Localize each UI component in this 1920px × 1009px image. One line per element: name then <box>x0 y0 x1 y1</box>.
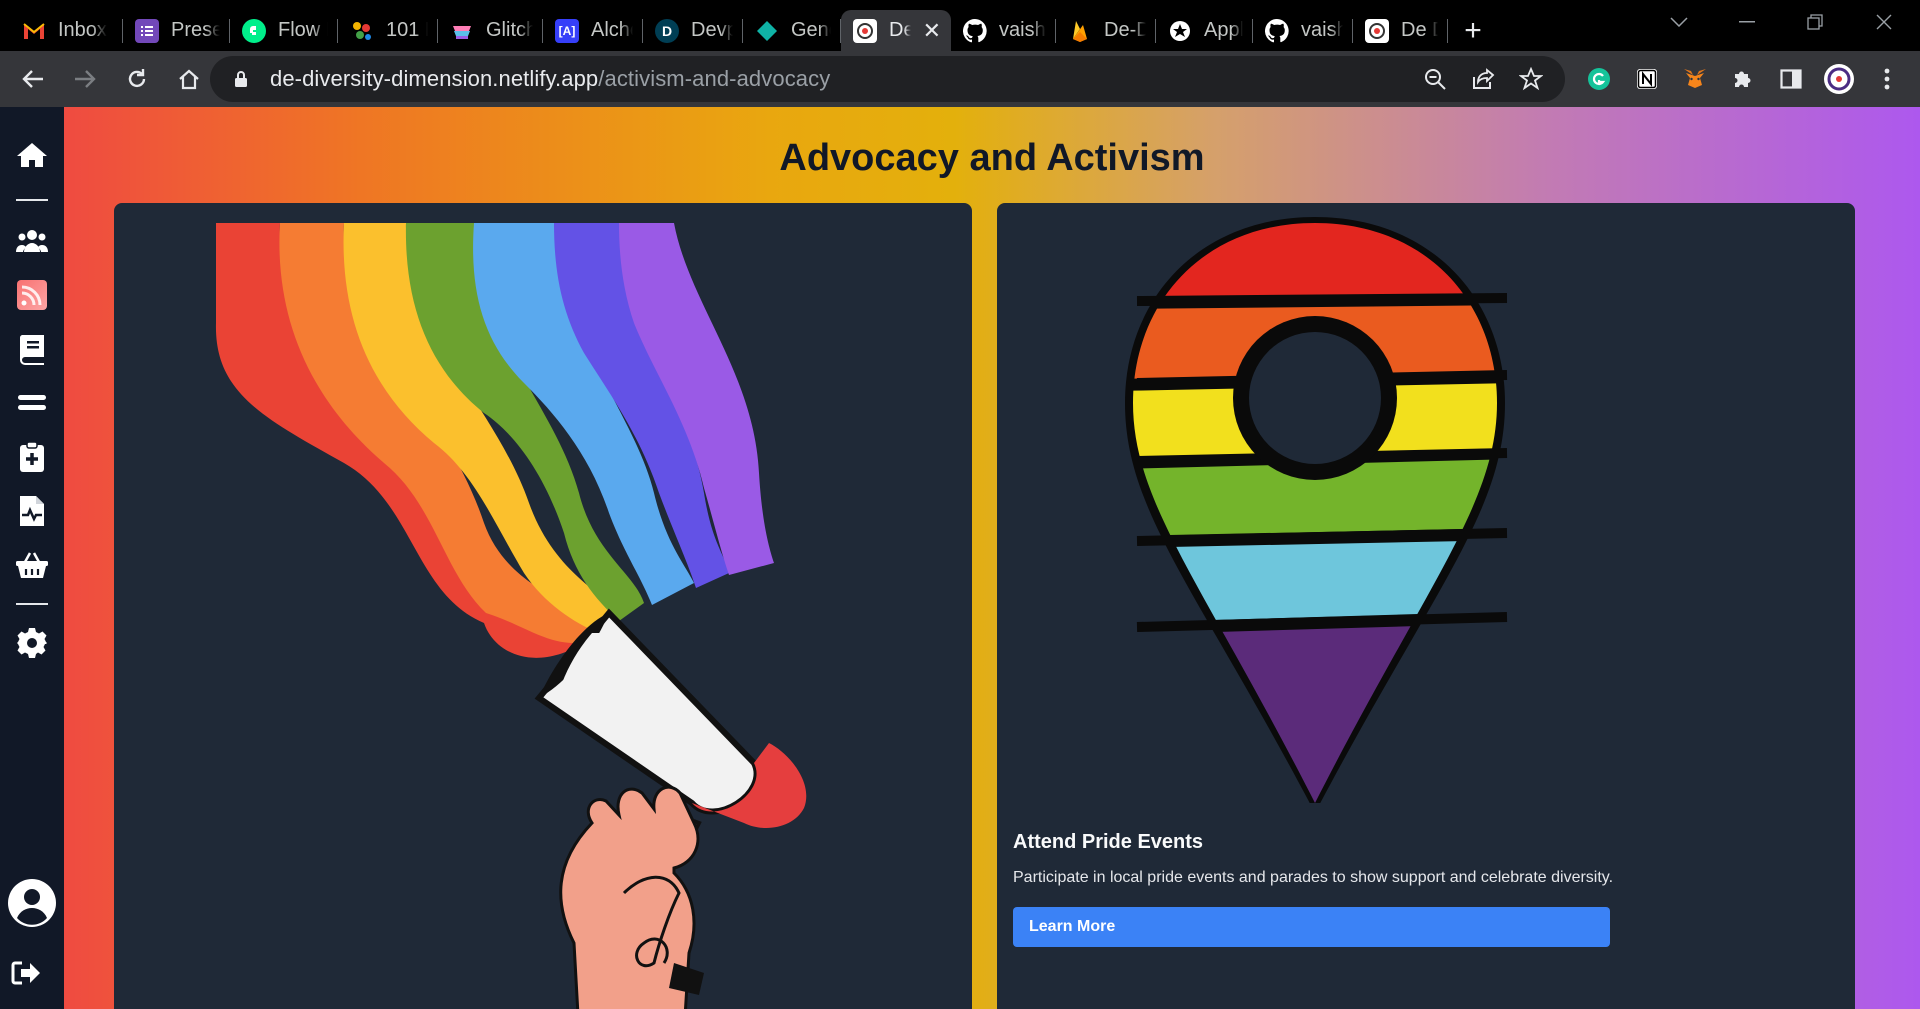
tab-label: vaishnavi <box>1301 19 1343 41</box>
tab-label: Applications <box>1204 19 1243 41</box>
tab-general[interactable]: General <box>743 10 841 51</box>
diamond-icon <box>755 19 779 43</box>
blog-feed-icon[interactable] <box>12 275 52 315</box>
browser-toolbar: de-diversity-dimension.netlify.app/activ… <box>0 51 1920 107</box>
share-icon[interactable] <box>1459 56 1507 102</box>
lock-icon[interactable] <box>230 68 252 90</box>
tab-github-vaishnavi-2[interactable]: vaishnavi <box>1253 10 1353 51</box>
side-panel-icon[interactable] <box>1767 51 1815 107</box>
pride-location-pin-illustration <box>1125 217 1508 813</box>
tab-alchemy[interactable]: [A] Alchemy <box>543 10 643 51</box>
forward-button[interactable] <box>62 56 108 102</box>
card-description: Participate in local pride events and pa… <box>1013 869 1614 886</box>
community-users-icon[interactable] <box>12 221 52 261</box>
close-tab-icon[interactable]: ✕ <box>917 18 941 44</box>
tab-github-vaishnavi[interactable]: vaishnavi <box>951 10 1056 51</box>
clipboard-medical-icon[interactable] <box>12 437 52 477</box>
shopping-basket-icon[interactable] <box>12 545 52 585</box>
sidebar-divider <box>16 603 48 605</box>
tab-de-diversity-active[interactable]: De-Diversity ✕ <box>841 10 951 51</box>
url-host: de-diversity-dimension.netlify.app <box>270 66 599 91</box>
metamask-icon[interactable] <box>1671 51 1719 107</box>
health-document-icon[interactable] <box>12 491 52 531</box>
dediversity-icon <box>1365 18 1389 43</box>
tab-label: Presentation <box>171 19 220 41</box>
tab-label: Glitch <box>486 19 533 41</box>
menu-bars-icon[interactable] <box>12 383 52 423</box>
learn-more-button[interactable]: Learn More <box>1013 907 1610 947</box>
alchemy-icon: [A] <box>555 18 579 43</box>
tab-de-diversity-2[interactable]: De Diversity <box>1353 10 1448 51</box>
tab-glitch[interactable]: Glitch <box>438 10 543 51</box>
extensions-bar <box>1575 51 1911 107</box>
blockchain-icon <box>350 19 374 43</box>
dediversity-icon <box>853 18 877 43</box>
browser-menu-icon[interactable] <box>1863 51 1911 107</box>
browser-tab-strip: Inbox Presentation Flow Pay 101 Blockcha… <box>0 0 1920 51</box>
minimize-icon[interactable] <box>1713 0 1781 44</box>
sidebar-divider <box>16 199 48 201</box>
new-tab-button[interactable]: + <box>1448 10 1498 51</box>
tab-firebase[interactable]: De-Diversity <box>1056 10 1156 51</box>
bookmark-star-icon[interactable] <box>1507 56 1555 102</box>
tab-applications[interactable]: Applications <box>1156 10 1253 51</box>
notion-icon[interactable] <box>1623 51 1671 107</box>
tab-presentation[interactable]: Presentation <box>123 10 230 51</box>
zoom-icon[interactable] <box>1411 56 1459 102</box>
advocacy-card-pride-events: Attend Pride Events Participate in local… <box>997 203 1855 1009</box>
tab-inbox[interactable]: Inbox <box>0 10 123 51</box>
page-title: Advocacy and Activism <box>779 137 1205 179</box>
firebase-icon <box>1068 19 1092 43</box>
main-content: Advocacy and Activism Attend Pride Event… <box>64 107 1920 1009</box>
tab-flow[interactable]: Flow Pay <box>230 10 338 51</box>
github-icon <box>1265 18 1289 43</box>
megaphone-rainbow-illustration <box>215 223 807 1009</box>
address-bar[interactable]: de-diversity-dimension.netlify.app/activ… <box>210 56 1565 102</box>
tab-label: Inbox <box>58 19 107 41</box>
home-button[interactable] <box>166 56 212 102</box>
tab-label: Flow Pay <box>278 19 328 41</box>
gmail-icon <box>22 19 46 43</box>
advocacy-card-megaphone <box>114 203 972 1009</box>
reload-button[interactable] <box>114 56 160 102</box>
book-icon[interactable] <box>12 329 52 369</box>
back-button[interactable] <box>10 56 56 102</box>
gear-icon[interactable] <box>12 623 52 663</box>
tab-label: De-Diversity <box>889 19 911 41</box>
tab-label: De Diversity <box>1401 19 1438 41</box>
tab-search-chevron-icon[interactable] <box>1645 0 1713 44</box>
extensions-puzzle-icon[interactable] <box>1719 51 1767 107</box>
restore-icon[interactable] <box>1781 0 1849 44</box>
devpost-icon: D <box>655 18 679 43</box>
app-sidebar <box>0 107 64 1009</box>
page-viewport: Advocacy and Activism Attend Pride Event… <box>0 107 1920 1009</box>
tab-label: De-Diversity <box>1104 19 1146 41</box>
glitch-icon <box>450 19 474 43</box>
tab-label: Devpost <box>691 19 733 41</box>
home-icon[interactable] <box>12 135 52 175</box>
profile-avatar-icon[interactable] <box>1815 51 1863 107</box>
tab-devpost[interactable]: D Devpost <box>643 10 743 51</box>
url-text: de-diversity-dimension.netlify.app/activ… <box>270 66 830 92</box>
tab-label: General <box>791 19 831 41</box>
github-icon <box>963 18 987 43</box>
user-account-icon[interactable] <box>6 877 58 929</box>
url-path: /activism-and-advocacy <box>598 66 831 91</box>
card-title: Attend Pride Events <box>1013 831 1204 853</box>
logout-icon[interactable] <box>6 953 46 993</box>
tab-label: Alchemy <box>591 19 633 41</box>
grammarly-icon[interactable] <box>1575 51 1623 107</box>
star-badge-icon <box>1168 19 1192 43</box>
flow-icon <box>242 18 266 43</box>
tab-label: vaishnavi <box>999 19 1046 41</box>
slides-icon <box>135 18 159 43</box>
close-window-icon[interactable] <box>1850 0 1918 44</box>
tab-label: 101 Blockchains <box>386 19 428 41</box>
tab-101-blockchains[interactable]: 101 Blockchains <box>338 10 438 51</box>
